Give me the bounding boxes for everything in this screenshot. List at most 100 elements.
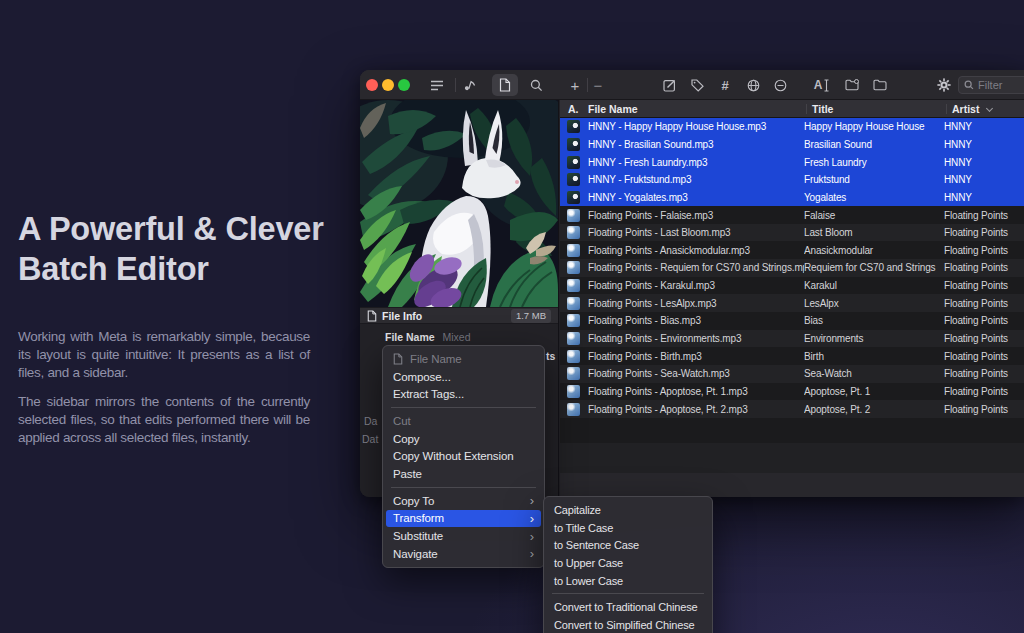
empty-band [560, 418, 1024, 443]
menu-item-convert-to-traditional-chinese[interactable]: Convert to Traditional Chinese [544, 598, 712, 616]
search-icon[interactable] [527, 70, 545, 100]
menu-separator [391, 487, 536, 488]
filter-search-icon [964, 80, 974, 90]
file-size-badge: 1.7 MB [511, 309, 551, 323]
add-icon[interactable]: + [567, 70, 583, 100]
filter-input[interactable]: Filter [958, 76, 1024, 94]
table-row[interactable]: Floating Points - Apoptose, Pt. 2.mp3Apo… [560, 400, 1024, 418]
cell-filename: Floating Points - Anasickmodular.mp3 [588, 245, 804, 256]
table-row[interactable]: Floating Points - Apoptose, Pt. 1.mp3Apo… [560, 383, 1024, 401]
cell-title: LesAlpx [804, 298, 944, 309]
menu-item-paste[interactable]: Paste [383, 465, 544, 483]
table-row[interactable]: Floating Points - Environments.mp3Enviro… [560, 330, 1024, 348]
menu-item-copy[interactable]: Copy [383, 430, 544, 448]
menu-item-to-sentence-case[interactable]: to Sentence Case [544, 536, 712, 554]
cell-filename: Floating Points - Environments.mp3 [588, 333, 804, 344]
table-row[interactable]: HNNY - Yogalates.mp3YogalatesHNNY [560, 189, 1024, 207]
menu-item-to-upper-case[interactable]: to Upper Case [544, 554, 712, 572]
table-row[interactable]: Floating Points - Karakul.mp3KarakulFloa… [560, 277, 1024, 295]
table-row[interactable]: Floating Points - Falaise.mp3FalaiseFloa… [560, 206, 1024, 224]
context-menu: File NameCompose...Extract Tags... Cut Cop… [382, 345, 545, 568]
table-row[interactable]: HNNY - Fresh Laundry.mp3Fresh LaundryHNN… [560, 153, 1024, 171]
list-view-icon[interactable] [428, 70, 446, 100]
audio-icon[interactable] [461, 70, 479, 100]
table-row[interactable]: Floating Points - Requiem for CS70 and S… [560, 259, 1024, 277]
menu-item-copy-to[interactable]: Copy To› [383, 492, 544, 510]
album-thumbnail [567, 367, 580, 380]
cell-artist: Floating Points [944, 351, 1024, 362]
table-row[interactable]: Floating Points - Last Bloom.mp3Last Blo… [560, 224, 1024, 242]
tag-icon[interactable] [689, 70, 705, 100]
remove-icon[interactable]: − [590, 70, 606, 100]
album-thumbnail [567, 385, 580, 398]
cell-filename: Floating Points - Falaise.mp3 [588, 210, 804, 221]
menu-item-to-lower-case[interactable]: to Lower Case [544, 572, 712, 590]
file-icon[interactable] [496, 70, 514, 100]
table-row[interactable]: Floating Points - Bias.mp3BiasFloating P… [560, 312, 1024, 330]
menu-item-label: Copy To [393, 495, 434, 507]
cell-artist: HNNY [944, 157, 1024, 168]
menu-item-extract-tags[interactable]: Extract Tags... [383, 385, 544, 403]
table-row[interactable]: Floating Points - LesAlpx.mp3LesAlpxFloa… [560, 294, 1024, 312]
table-row[interactable]: HNNY - Brasilian Sound.mp3Brasilian Soun… [560, 136, 1024, 154]
table-row[interactable]: Floating Points - Anasickmodular.mp3Anas… [560, 241, 1024, 259]
menu-item-label: Navigate [393, 548, 438, 560]
remove-circle-icon[interactable] [772, 70, 788, 100]
menu-item-navigate[interactable]: Navigate› [383, 545, 544, 563]
sidebar-fragment-left2: Dat [362, 433, 378, 445]
menu-item-substitute[interactable]: Substitute› [383, 527, 544, 545]
column-header-a[interactable]: A. [568, 103, 588, 115]
headline-line2: Batch Editor [18, 250, 324, 290]
web-icon[interactable] [745, 70, 761, 100]
menu-separator [391, 407, 536, 408]
table-row[interactable]: HNNY - Fruktstund.mp3FruktstundHNNY [560, 171, 1024, 189]
menu-item-convert-to-simplified-chinese[interactable]: Convert to Simplified Chinese [544, 616, 712, 633]
close-button[interactable] [366, 79, 378, 91]
cell-filename: Floating Points - Birth.mp3 [588, 351, 804, 362]
menu-item-file-name: File Name [383, 350, 544, 368]
menu-item-copy-without-extension[interactable]: Copy Without Extension [383, 447, 544, 465]
menu-item-label: Cut [393, 415, 411, 427]
hash-icon[interactable]: # [717, 70, 733, 100]
compose-icon[interactable] [661, 70, 677, 100]
menu-item-to-title-case[interactable]: to Title Case [544, 519, 712, 537]
album-thumbnail [567, 209, 580, 222]
window-footer [560, 473, 1024, 497]
table-header[interactable]: A. File Name Title Artist [560, 100, 1024, 118]
menu-item-label: Convert to Simplified Chinese [554, 619, 695, 631]
cell-filename: HNNY - Fruktstund.mp3 [588, 174, 804, 185]
file-table: A. File Name Title Artist HNNY - Happy H… [560, 100, 1024, 497]
table-rows: HNNY - Happy Happy House House.mp3Happy … [560, 118, 1024, 418]
menu-item-cut: Cut [383, 412, 544, 430]
table-row[interactable]: HNNY - Happy Happy House House.mp3Happy … [560, 118, 1024, 136]
page-title: A Powerful & Clever Batch Editor [18, 210, 324, 289]
menu-item-capitalize[interactable]: Capitalize [544, 501, 712, 519]
column-header-artist[interactable]: Artist [952, 103, 1024, 115]
menu-item-label: to Lower Case [554, 575, 623, 587]
folder-icon[interactable] [871, 70, 888, 100]
file-info-bar[interactable]: File Info 1.7 MB [360, 307, 558, 324]
column-header-title[interactable]: Title [812, 103, 952, 115]
cell-title: Last Bloom [804, 227, 944, 238]
table-row[interactable]: Floating Points - Sea-Watch.mp3Sea-Watch… [560, 365, 1024, 383]
menu-item-compose[interactable]: Compose... [383, 368, 544, 386]
new-folder-icon[interactable] [843, 70, 860, 100]
settings-gear-icon[interactable] [935, 70, 952, 100]
titlebar[interactable]: + − # A Filter [360, 70, 1024, 100]
cell-filename: HNNY - Yogalates.mp3 [588, 192, 804, 203]
file-name-field[interactable]: File Name Mixed [385, 331, 471, 343]
cell-title: Fresh Laundry [804, 157, 944, 168]
album-thumbnail [567, 138, 580, 151]
filter-placeholder: Filter [978, 79, 1002, 91]
table-row[interactable]: Floating Points - Birth.mp3BirthFloating… [560, 347, 1024, 365]
menu-item-transform[interactable]: Transform› [386, 510, 541, 528]
zoom-button[interactable] [398, 79, 410, 91]
cell-artist: HNNY [944, 192, 1024, 203]
minimize-button[interactable] [382, 79, 394, 91]
cell-filename: HNNY - Happy Happy House House.mp3 [588, 121, 804, 132]
album-thumbnail [567, 120, 580, 133]
cell-filename: Floating Points - Apoptose, Pt. 2.mp3 [588, 404, 804, 415]
column-header-filename[interactable]: File Name [588, 103, 812, 115]
cell-title: Apoptose, Pt. 2 [804, 404, 944, 415]
rename-icon[interactable]: A [812, 70, 832, 100]
